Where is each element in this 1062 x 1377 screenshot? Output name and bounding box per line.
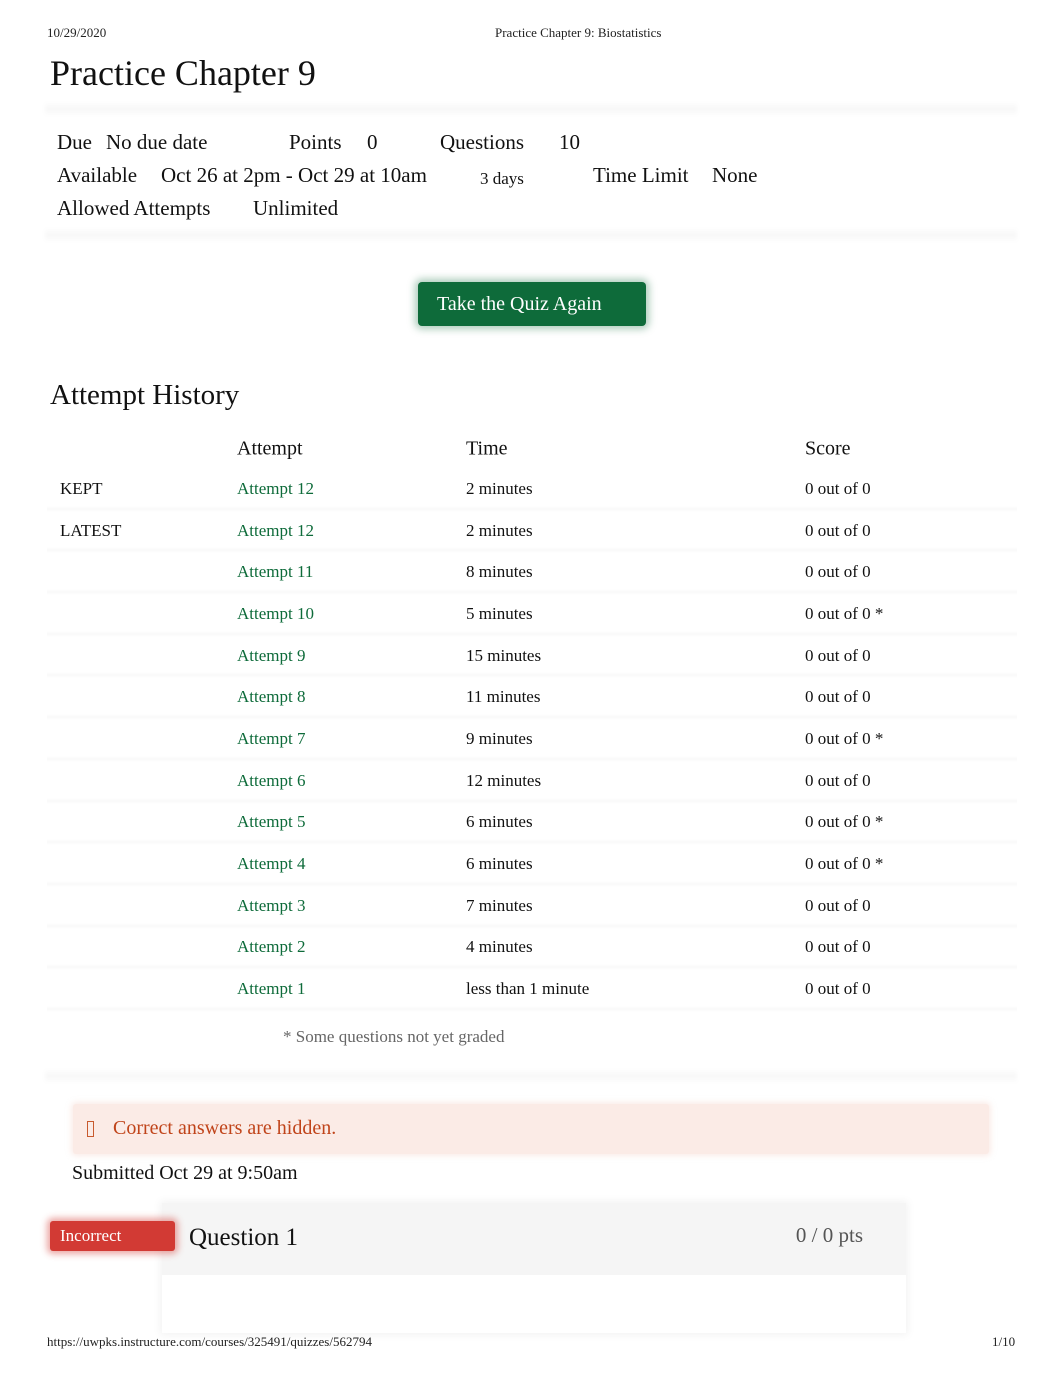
available-duration: 3 days bbox=[480, 169, 524, 188]
table-row: Attempt 6 12 minutes 0 out of 0 bbox=[47, 760, 1017, 804]
attempt-time: 15 minutes bbox=[466, 645, 542, 665]
column-header-time: Time bbox=[466, 437, 508, 460]
attempt-score: 0 out of 0 bbox=[805, 770, 871, 790]
attempt-link[interactable]: Attempt 3 bbox=[237, 896, 305, 916]
divider bbox=[45, 1069, 1017, 1083]
print-date: 10/29/2020 bbox=[47, 25, 107, 40]
attempt-link[interactable]: Attempt 12 bbox=[237, 521, 314, 541]
attempt-time: 7 minutes bbox=[466, 895, 533, 915]
attempt-time: 9 minutes bbox=[466, 728, 533, 748]
attempt-score: 0 out of 0 * bbox=[805, 603, 884, 623]
table-header: Attempt Time Score bbox=[47, 430, 1017, 468]
alert-message: Correct answers are hidden. bbox=[113, 1117, 337, 1139]
attempt-score: 0 out of 0 bbox=[805, 478, 871, 498]
table-row: Attempt 11 8 minutes 0 out of 0 bbox=[47, 551, 1017, 595]
attempt-score: 0 out of 0 bbox=[805, 895, 871, 915]
attempt-link[interactable]: Attempt 10 bbox=[237, 604, 314, 624]
attempt-time: 2 minutes bbox=[466, 478, 533, 498]
attempt-link[interactable]: Attempt 12 bbox=[237, 479, 314, 499]
attempt-link[interactable]: Attempt 2 bbox=[237, 937, 305, 957]
incorrect-badge-label: Incorrect bbox=[60, 1226, 122, 1245]
print-title: Practice Chapter 9: Biostatistics bbox=[495, 25, 662, 40]
table-row: Attempt 8 11 minutes 0 out of 0 bbox=[47, 676, 1017, 720]
attempt-time: 8 minutes bbox=[466, 562, 533, 582]
points-value: 0 bbox=[367, 130, 378, 154]
attempt-score: 0 out of 0 * bbox=[805, 854, 884, 874]
page-title: Practice Chapter 9 bbox=[50, 53, 316, 93]
attempt-link[interactable]: Attempt 6 bbox=[237, 771, 305, 791]
attempt-link[interactable]: Attempt 5 bbox=[237, 812, 305, 832]
attempt-link[interactable]: Attempt 8 bbox=[237, 687, 305, 707]
points-label: Points bbox=[289, 130, 342, 154]
question-header: Question 1 0 / 0 pts bbox=[162, 1203, 906, 1275]
attempt-link[interactable]: Attempt 9 bbox=[237, 646, 305, 666]
attempt-score: 0 out of 0 * bbox=[805, 728, 884, 748]
attempt-link[interactable]: Attempt 1 bbox=[237, 979, 305, 999]
attempt-score: 0 out of 0 bbox=[805, 520, 871, 540]
divider bbox=[45, 228, 1017, 242]
time-limit-label: Time Limit bbox=[593, 163, 689, 187]
attempt-link[interactable]: Attempt 11 bbox=[237, 562, 313, 582]
attempt-link[interactable]: Attempt 7 bbox=[237, 729, 305, 749]
column-header-score: Score bbox=[805, 437, 851, 460]
attempt-time: 11 minutes bbox=[466, 687, 541, 707]
table-row: Attempt 5 6 minutes 0 out of 0 * bbox=[47, 802, 1017, 845]
attempt-time: 4 minutes bbox=[466, 937, 533, 957]
table-row: KEPT Attempt 12 2 minutes 0 out of 0 bbox=[47, 468, 1017, 512]
warning-icon bbox=[87, 1121, 94, 1137]
attempt-time: 6 minutes bbox=[466, 812, 533, 832]
table-row: LATEST Attempt 12 2 minutes 0 out of 0 bbox=[47, 510, 1017, 554]
attempt-tag: KEPT bbox=[60, 478, 103, 498]
attempt-history-title: Attempt History bbox=[50, 379, 240, 411]
table-row: Attempt 1 less than 1 minute 0 out of 0 bbox=[47, 968, 1017, 1012]
time-limit-value: None bbox=[712, 163, 758, 187]
allowed-attempts-value: Unlimited bbox=[253, 196, 339, 220]
questions-label: Questions bbox=[440, 130, 524, 154]
available-label: Available bbox=[57, 163, 138, 187]
attempt-score: 0 out of 0 * bbox=[805, 812, 884, 832]
attempt-time: 12 minutes bbox=[466, 770, 542, 790]
page-number: 1/10 bbox=[992, 1334, 1016, 1349]
divider bbox=[45, 102, 1017, 116]
attempt-score: 0 out of 0 bbox=[805, 937, 871, 957]
due-value: No due date bbox=[106, 130, 208, 154]
table-row: Attempt 7 9 minutes 0 out of 0 * bbox=[47, 718, 1017, 762]
attempt-score: 0 out of 0 bbox=[805, 562, 871, 582]
attempt-score: 0 out of 0 bbox=[805, 645, 871, 665]
attempt-score: 0 out of 0 bbox=[805, 687, 871, 707]
table-row: Attempt 9 15 minutes 0 out of 0 bbox=[47, 635, 1017, 679]
questions-value: 10 bbox=[559, 130, 580, 154]
available-value: Oct 26 at 2pm - Oct 29 at 10am bbox=[161, 163, 427, 187]
attempt-time: 6 minutes bbox=[466, 854, 533, 874]
table-row: Attempt 4 6 minutes 0 out of 0 * bbox=[47, 843, 1017, 887]
print-url: https://uwpks.instructure.com/courses/32… bbox=[47, 1334, 372, 1349]
attempt-history-table: Attempt Time Score KEPT Attempt 12 2 minut… bbox=[47, 430, 1017, 1012]
table-row: Attempt 10 5 minutes 0 out of 0 * bbox=[47, 593, 1017, 637]
ungraded-note: * Some questions not yet graded bbox=[283, 1027, 505, 1046]
attempt-time: 5 minutes bbox=[466, 603, 533, 623]
question-points: 0 / 0 pts bbox=[795, 1223, 863, 1247]
question-title: Question 1 bbox=[189, 1224, 299, 1251]
column-header-attempt: Attempt bbox=[237, 437, 303, 460]
question-card: Question 1 0 / 0 pts bbox=[162, 1203, 906, 1333]
incorrect-badge: Incorrect bbox=[50, 1221, 175, 1251]
take-quiz-again-button[interactable]: Take the Quiz Again bbox=[418, 282, 646, 326]
table-row: Attempt 3 7 minutes 0 out of 0 bbox=[47, 885, 1017, 929]
allowed-attempts-label: Allowed Attempts bbox=[57, 196, 211, 220]
table-row: Attempt 2 4 minutes 0 out of 0 bbox=[47, 927, 1017, 970]
submitted-timestamp: Submitted Oct 29 at 9:50am bbox=[72, 1162, 298, 1184]
attempt-time: less than 1 minute bbox=[466, 979, 590, 999]
attempt-tag: LATEST bbox=[60, 520, 122, 540]
attempt-score: 0 out of 0 bbox=[805, 979, 871, 999]
due-label: Due bbox=[57, 130, 92, 154]
attempt-link[interactable]: Attempt 4 bbox=[237, 854, 305, 874]
attempt-time: 2 minutes bbox=[466, 520, 533, 540]
correct-answers-hidden-alert: Correct answers are hidden. bbox=[73, 1104, 989, 1154]
